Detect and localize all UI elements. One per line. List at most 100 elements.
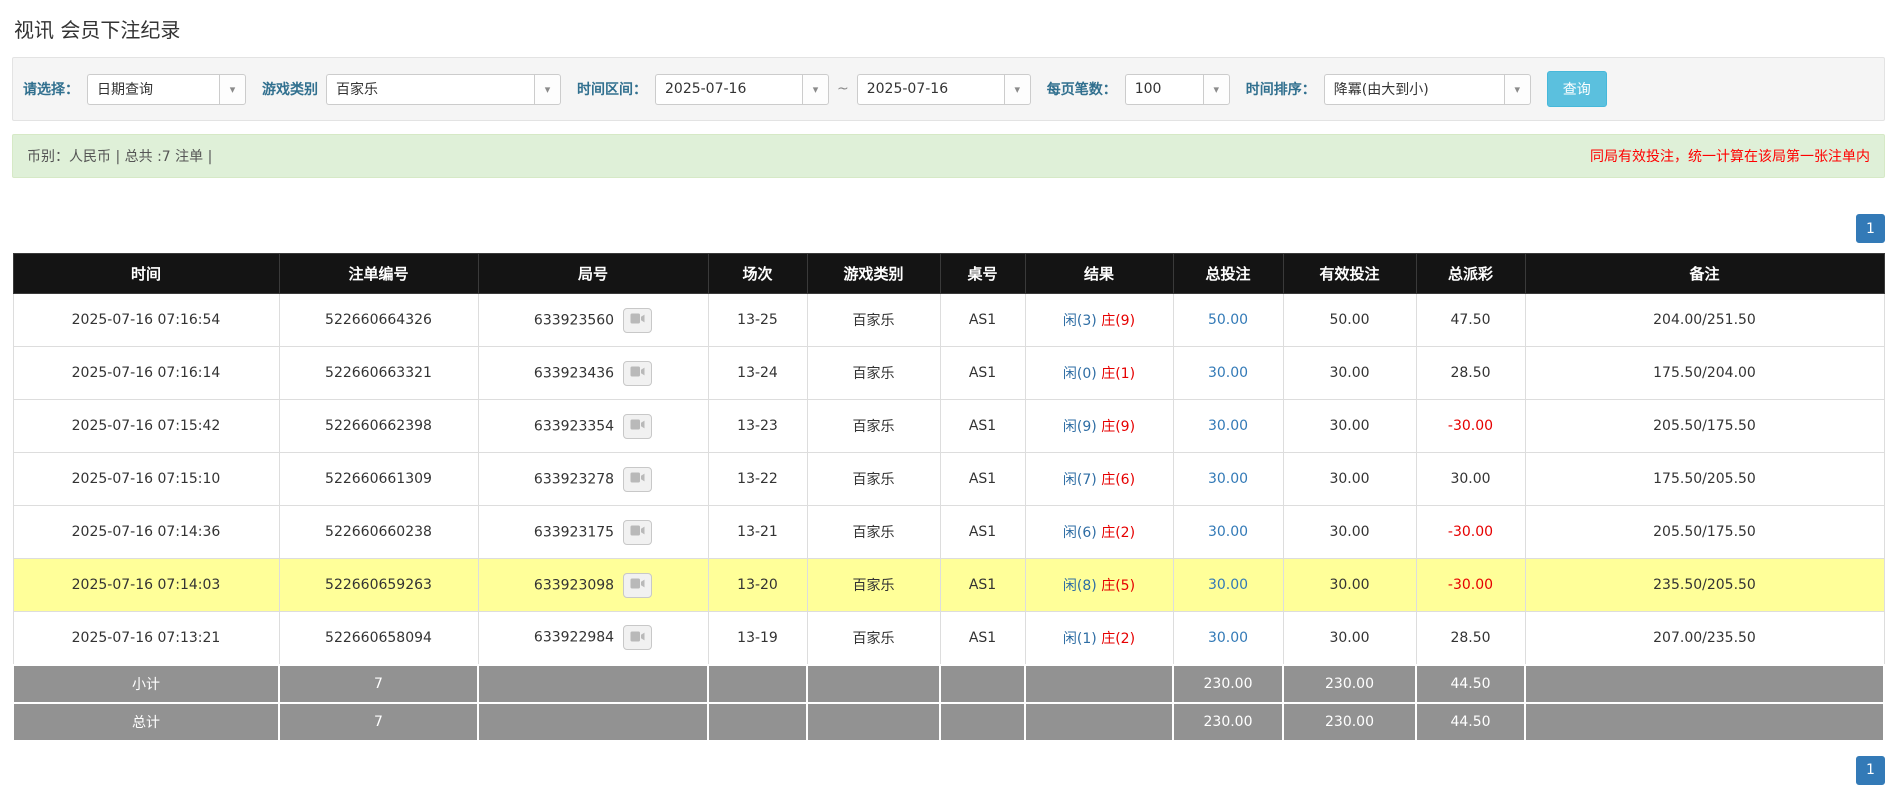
date-range-label: 时间区间：: [577, 79, 647, 99]
filter-bar: 请选择： 日期查询 ▾ 游戏类别 百家乐 ▾ 时间区间： 2025-07-16 …: [12, 57, 1885, 121]
remark-cell: 175.50/205.50: [1525, 453, 1884, 506]
page-title: 视讯 会员下注纪录: [0, 0, 1897, 53]
sort-order-label: 时间排序：: [1246, 79, 1316, 99]
total-bet-link[interactable]: 30.00: [1208, 577, 1248, 593]
date-to-dropdown-button[interactable]: ▾: [1004, 74, 1031, 105]
pagination-page-1[interactable]: 1: [1856, 756, 1885, 785]
date-from-value[interactable]: 2025-07-16: [655, 74, 802, 105]
video-icon: [630, 471, 645, 487]
game-type-cell: 百家乐: [807, 347, 940, 400]
time-cell: 2025-07-16 07:16:54: [13, 294, 279, 347]
total-bet-link[interactable]: 30.00: [1208, 365, 1248, 381]
query-type-group: 请选择： 日期查询 ▾: [23, 74, 246, 105]
sort-order-dropdown-button[interactable]: ▾: [1504, 74, 1531, 105]
result-player: 闲(9): [1063, 419, 1097, 435]
total-bet-link[interactable]: 30.00: [1208, 524, 1248, 540]
replay-button[interactable]: [623, 414, 652, 439]
payout-cell: -30.00: [1416, 400, 1525, 453]
header-total-bet: 总投注: [1173, 254, 1283, 294]
result-banker: 庄(9): [1101, 419, 1135, 435]
session-cell: 13-24: [708, 347, 807, 400]
query-type-dropdown-button[interactable]: ▾: [219, 74, 246, 105]
game-type-value[interactable]: 百家乐: [326, 74, 534, 105]
table-no-cell: AS1: [940, 400, 1025, 453]
chevron-down-icon: ▾: [545, 83, 551, 96]
session-cell: 13-19: [708, 612, 807, 665]
valid-bet-cell: 30.00: [1283, 559, 1416, 612]
subtotal-row: 小计 7 230.00 230.00 44.50: [13, 665, 1884, 703]
total-bet-cell: 30.00: [1173, 347, 1283, 400]
replay-button[interactable]: [623, 467, 652, 492]
bet-records-table: 时间 注单编号 局号 场次 游戏类别 桌号 结果 总投注 有效投注 总派彩 备注…: [12, 253, 1885, 742]
subtotal-payout: 44.50: [1416, 665, 1525, 703]
replay-button[interactable]: [623, 573, 652, 598]
payout-cell: 28.50: [1416, 612, 1525, 665]
table-no-cell: AS1: [940, 559, 1025, 612]
total-bet-link[interactable]: 30.00: [1208, 471, 1248, 487]
valid-bet-cell: 30.00: [1283, 453, 1416, 506]
game-type-dropdown-button[interactable]: ▾: [534, 74, 561, 105]
table-no-cell: AS1: [940, 453, 1025, 506]
bet-id-cell: 522660660238: [279, 506, 478, 559]
date-from-dropdown-button[interactable]: ▾: [802, 74, 829, 105]
subtotal-total-bet: 230.00: [1173, 665, 1283, 703]
remark-cell: 205.50/175.50: [1525, 400, 1884, 453]
total-row: 总计 7 230.00 230.00 44.50: [13, 703, 1884, 741]
game-type-select[interactable]: 百家乐 ▾: [326, 74, 561, 105]
remark-cell: 204.00/251.50: [1525, 294, 1884, 347]
time-cell: 2025-07-16 07:13:21: [13, 612, 279, 665]
replay-button[interactable]: [623, 361, 652, 386]
total-bet-cell: 30.00: [1173, 506, 1283, 559]
result-player: 闲(6): [1063, 525, 1097, 541]
summary-notice-text: 同局有效投注，统一计算在该局第一张注单内: [1590, 146, 1870, 166]
subtotal-label: 小计: [13, 665, 279, 703]
game-type-cell: 百家乐: [807, 506, 940, 559]
currency-total-text: 币别：人民币 | 总共 :7 注单 |: [27, 146, 212, 166]
date-to-value[interactable]: 2025-07-16: [857, 74, 1004, 105]
game-type-group: 游戏类别 百家乐 ▾: [262, 74, 561, 105]
payout-cell: 47.50: [1416, 294, 1525, 347]
query-type-value[interactable]: 日期查询: [87, 74, 219, 105]
subtotal-count: 7: [279, 665, 478, 703]
round-id: 633923354: [534, 418, 614, 434]
summary-bar: 币别：人民币 | 总共 :7 注单 | 同局有效投注，统一计算在该局第一张注单内: [12, 134, 1885, 178]
time-cell: 2025-07-16 07:14:36: [13, 506, 279, 559]
total-bet-link[interactable]: 50.00: [1208, 312, 1248, 328]
page-size-dropdown-button[interactable]: ▾: [1203, 74, 1230, 105]
round-id-cell: 633923436: [478, 347, 708, 400]
sort-order-select[interactable]: 降冪(由大到小) ▾: [1324, 74, 1531, 105]
replay-button[interactable]: [623, 625, 652, 650]
sort-order-value[interactable]: 降冪(由大到小): [1324, 74, 1504, 105]
date-from-picker[interactable]: 2025-07-16 ▾: [655, 74, 829, 105]
date-range-separator: ~: [837, 81, 849, 97]
time-cell: 2025-07-16 07:14:03: [13, 559, 279, 612]
round-id-cell: 633923175: [478, 506, 708, 559]
total-bet-link[interactable]: 30.00: [1208, 418, 1248, 434]
total-bet-cell: 30.00: [1173, 559, 1283, 612]
page-size-value[interactable]: 100: [1125, 74, 1203, 105]
result-player: 闲(1): [1063, 631, 1097, 647]
round-id: 633923278: [534, 471, 614, 487]
table-row: 2025-07-16 07:15:42 522660662398 6339233…: [13, 400, 1884, 453]
result-cell: 闲(6) 庄(2): [1025, 506, 1173, 559]
page-size-group: 每页笔数： 100 ▾: [1047, 74, 1230, 105]
valid-bet-cell: 30.00: [1283, 506, 1416, 559]
total-total-bet: 230.00: [1173, 703, 1283, 741]
table-no-cell: AS1: [940, 506, 1025, 559]
page-size-select[interactable]: 100 ▾: [1125, 74, 1230, 105]
result-player: 闲(8): [1063, 578, 1097, 594]
replay-button[interactable]: [623, 308, 652, 333]
replay-button[interactable]: [623, 520, 652, 545]
payout-cell: -30.00: [1416, 506, 1525, 559]
sort-order-group: 时间排序： 降冪(由大到小) ▾: [1246, 74, 1531, 105]
remark-cell: 175.50/204.00: [1525, 347, 1884, 400]
pagination-bottom: 1: [0, 756, 1897, 799]
query-type-select[interactable]: 日期查询 ▾: [87, 74, 246, 105]
pagination-page-1[interactable]: 1: [1856, 214, 1885, 243]
total-bet-link[interactable]: 30.00: [1208, 630, 1248, 646]
search-button[interactable]: 查询: [1547, 71, 1607, 107]
payout-cell: 28.50: [1416, 347, 1525, 400]
valid-bet-cell: 50.00: [1283, 294, 1416, 347]
round-id-cell: 633923560: [478, 294, 708, 347]
date-to-picker[interactable]: 2025-07-16 ▾: [857, 74, 1031, 105]
